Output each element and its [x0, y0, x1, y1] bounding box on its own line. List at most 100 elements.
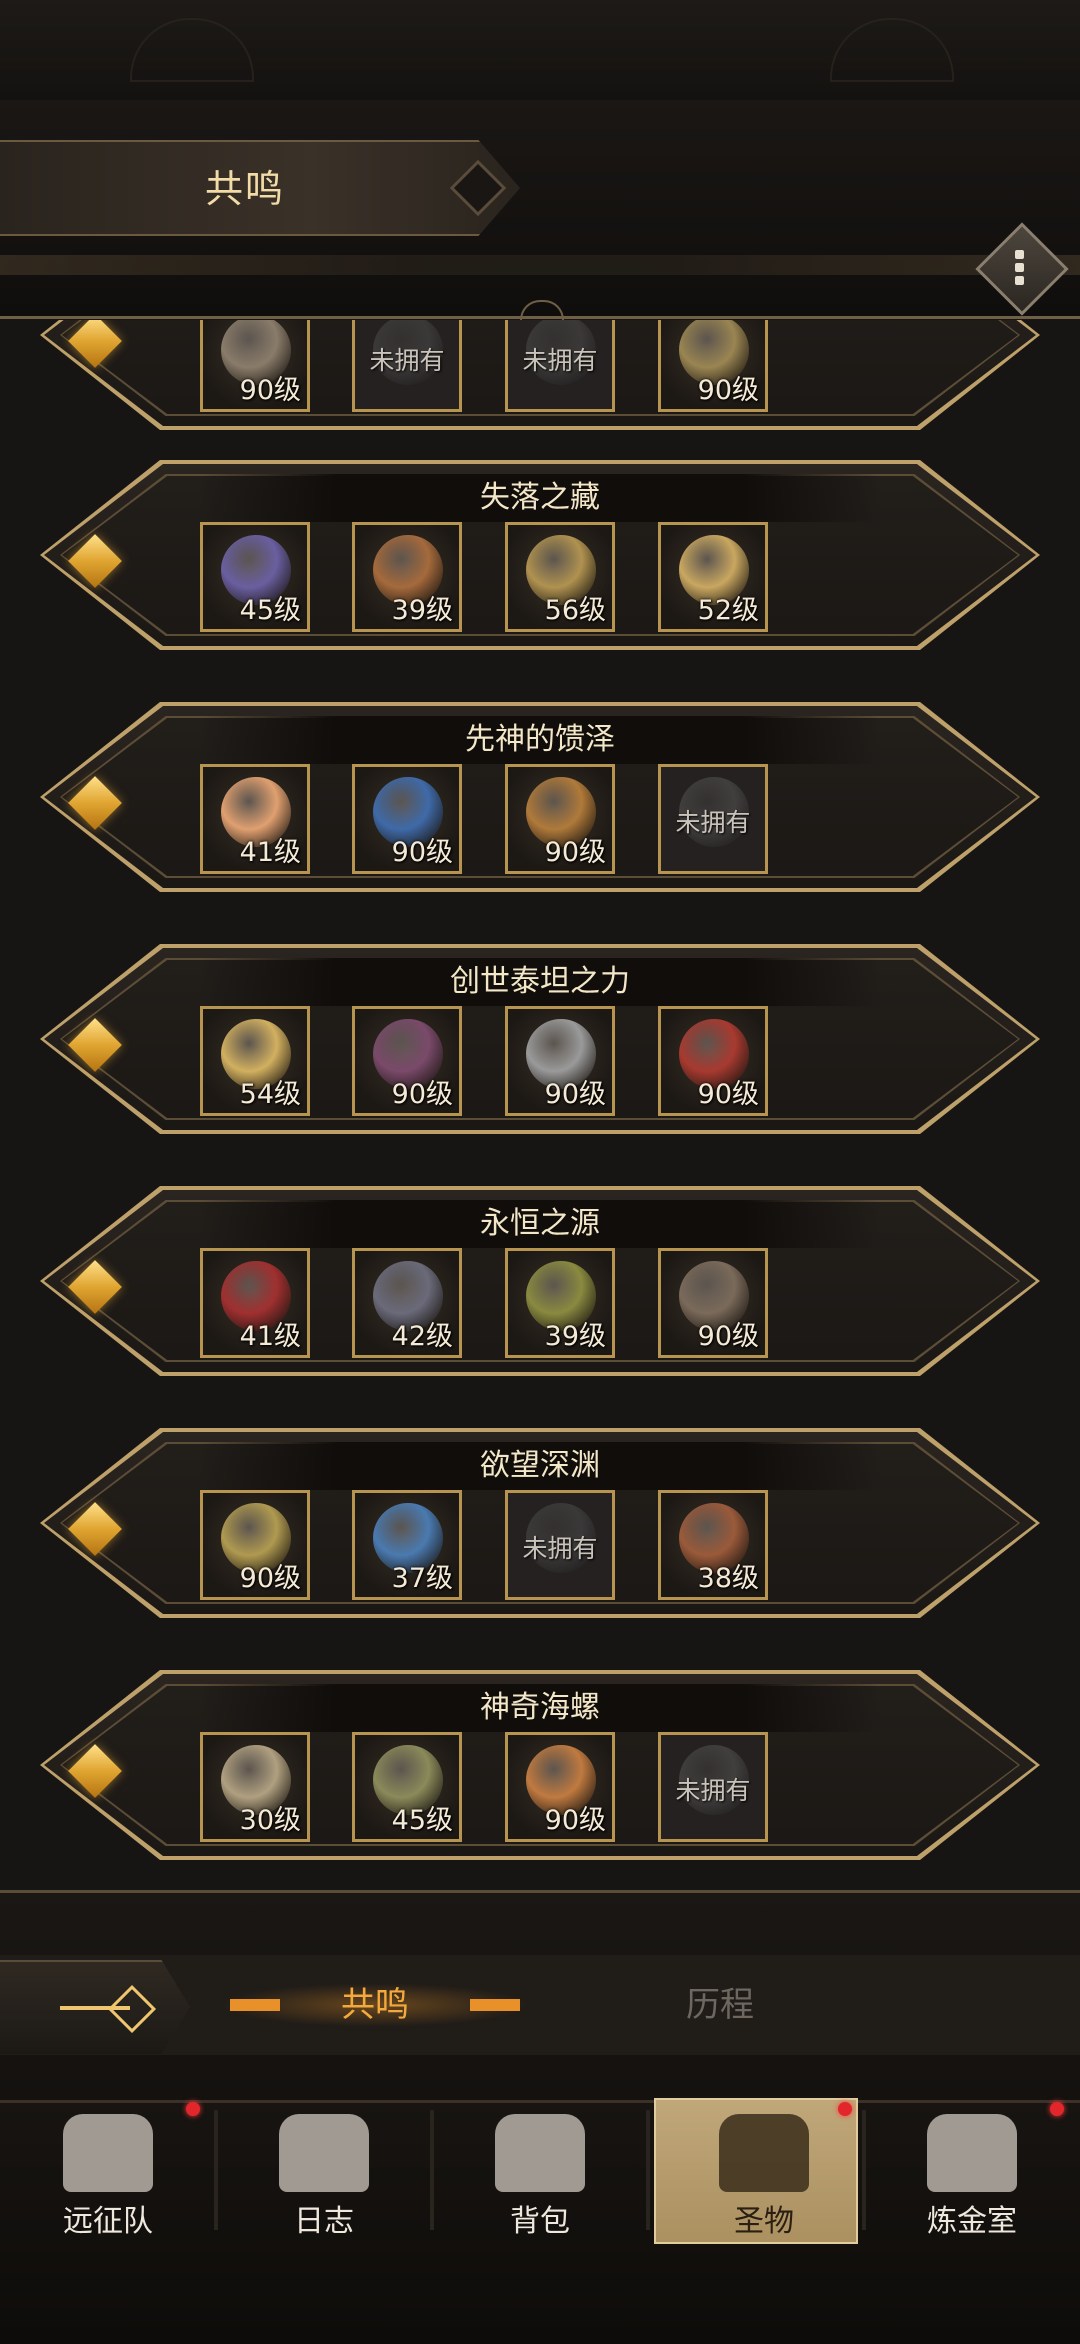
relic-level: 90级 — [391, 837, 453, 868]
backpack-icon — [495, 2114, 585, 2192]
tab-resonance-label: 共鸣 — [341, 1985, 409, 2025]
relic-set-title: 欲望深渊 — [480, 1448, 600, 1483]
relic-slot[interactable]: 41级 — [200, 1248, 310, 1358]
not-owned-label: 未拥有 — [675, 808, 751, 837]
relic-level: 90级 — [391, 1079, 453, 1110]
relic-level: 39级 — [544, 1321, 606, 1352]
relic-slot[interactable]: 90级 — [658, 1248, 768, 1358]
menu-button[interactable] — [975, 222, 1069, 316]
relic-slot[interactable]: 90级 — [658, 1006, 768, 1116]
relic-set-title: 失落之藏 — [480, 480, 600, 515]
relic-set-row[interactable]: 欲望深渊 90级 37级 未拥有 38级 — [0, 1428, 1080, 1618]
relic-slot[interactable]: 52级 — [658, 522, 768, 632]
relic-level: 90级 — [697, 1321, 759, 1352]
not-owned-label: 未拥有 — [675, 1776, 751, 1805]
relic-level: 38级 — [697, 1563, 759, 1594]
alchemy-symbol-icon — [927, 2114, 1017, 2192]
relic-level: 90级 — [544, 1079, 606, 1110]
nav-label: 背包 — [510, 2204, 570, 2239]
relic-level: 90级 — [697, 1079, 759, 1110]
diamond-icon — [107, 1984, 157, 2034]
relic-slot[interactable]: 未拥有 — [352, 320, 462, 412]
relic-slot[interactable]: 90级 — [352, 1006, 462, 1116]
relic-level: 90级 — [239, 1563, 301, 1594]
top-ornament-band — [0, 0, 1080, 102]
relic-slot[interactable]: 90级 — [352, 764, 462, 874]
tab-history[interactable]: 历程 — [620, 1975, 820, 2035]
relic-slot[interactable]: 未拥有 — [658, 764, 768, 874]
relic-slot[interactable]: 37级 — [352, 1490, 462, 1600]
relic-slot[interactable]: 45级 — [200, 522, 310, 632]
wing-left-icon — [230, 1999, 280, 2011]
ornament — [130, 18, 254, 82]
relic-slot[interactable]: 90级 — [200, 1490, 310, 1600]
relic-slot[interactable]: 90级 — [200, 320, 310, 412]
relic-set-title: 创世泰坦之力 — [450, 964, 630, 999]
viking-helmet-icon — [63, 2114, 153, 2192]
nav-label: 日志 — [294, 2204, 354, 2239]
nav-separator — [862, 2110, 866, 2230]
relic-level: 90级 — [544, 1805, 606, 1836]
relic-slot[interactable]: 未拥有 — [658, 1732, 768, 1842]
not-owned-label: 未拥有 — [522, 346, 598, 375]
notification-badge — [186, 2102, 200, 2116]
relic-slot[interactable]: 54级 — [200, 1006, 310, 1116]
wing-right-icon — [470, 1999, 520, 2011]
torch-relic-icon — [719, 2114, 809, 2192]
relic-slot[interactable]: 未拥有 — [505, 320, 615, 412]
relic-set-title: 神奇海螺 — [480, 1690, 600, 1725]
relic-slot[interactable]: 42级 — [352, 1248, 462, 1358]
notification-badge — [838, 2102, 852, 2116]
relic-level: 45级 — [239, 595, 301, 626]
relic-level: 41级 — [239, 1321, 301, 1352]
relic-level: 56级 — [544, 595, 606, 626]
relic-slot[interactable]: 90级 — [505, 1732, 615, 1842]
relic-slot[interactable]: 39级 — [505, 1248, 615, 1358]
relic-set-title: 永恒之源 — [480, 1206, 600, 1241]
relic-level: 30级 — [239, 1805, 301, 1836]
notification-badge — [1050, 2102, 1064, 2116]
relic-slot[interactable]: 39级 — [352, 522, 462, 632]
relic-set-row[interactable]: 创世泰坦之力 54级 90级 90级 90级 — [0, 944, 1080, 1134]
relic-slot[interactable]: 56级 — [505, 522, 615, 632]
relic-level: 90级 — [239, 375, 301, 406]
relic-slot[interactable]: 45级 — [352, 1732, 462, 1842]
relic-slot[interactable]: 90级 — [658, 320, 768, 412]
nav-label: 远征队 — [63, 2204, 153, 2239]
relic-level: 52级 — [697, 595, 759, 626]
nav-separator — [430, 2110, 434, 2230]
scroll-map-icon — [279, 2114, 369, 2192]
relic-set-row[interactable]: 90级 未拥有 未拥有 90级 — [0, 320, 1080, 430]
relic-set-row[interactable]: 先神的馈泽 41级 90级 90级 未拥有 — [0, 702, 1080, 892]
relic-level: 45级 — [391, 1805, 453, 1836]
back-button[interactable] — [0, 1960, 190, 2054]
relic-slot[interactable]: 未拥有 — [505, 1490, 615, 1600]
nav-separator — [214, 2110, 218, 2230]
nav-item-alchemy-symbol[interactable]: 炼金室 — [864, 2100, 1080, 2240]
relic-slot[interactable]: 41级 — [200, 764, 310, 874]
nav-item-viking-helmet[interactable]: 远征队 — [0, 2100, 216, 2240]
nav-label: 炼金室 — [927, 2204, 1017, 2239]
relic-level: 54级 — [239, 1079, 301, 1110]
relic-slot[interactable]: 30级 — [200, 1732, 310, 1842]
nav-item-backpack[interactable]: 背包 — [432, 2100, 648, 2240]
resonance-list[interactable]: 90级 未拥有 未拥有 90级 失落之藏 45级 39级 56级 52级 先神的馈泽 41级 90级 9… — [0, 320, 1080, 1890]
relic-set-row[interactable]: 失落之藏 45级 39级 56级 52级 — [0, 460, 1080, 650]
not-owned-label: 未拥有 — [369, 346, 445, 375]
relic-slot[interactable]: 38级 — [658, 1490, 768, 1600]
relic-set-row[interactable]: 神奇海螺 30级 45级 90级 未拥有 — [0, 1670, 1080, 1860]
nav-separator — [646, 2110, 650, 2230]
relic-level: 42级 — [391, 1321, 453, 1352]
tab-resonance[interactable]: 共鸣 — [220, 1975, 530, 2035]
relic-set-row[interactable]: 永恒之源 41级 42级 39级 90级 — [0, 1186, 1080, 1376]
relic-level: 39级 — [391, 595, 453, 626]
ornament — [830, 18, 954, 82]
nav-item-scroll-map[interactable]: 日志 — [216, 2100, 432, 2240]
nav-label: 圣物 — [734, 2204, 794, 2239]
nav-item-torch-relic[interactable]: 圣物 — [654, 2098, 858, 2244]
relic-slot[interactable]: 90级 — [505, 764, 615, 874]
relic-slot[interactable]: 90级 — [505, 1006, 615, 1116]
relic-set-title: 先神的馈泽 — [465, 722, 615, 757]
relic-level: 41级 — [239, 837, 301, 868]
relic-level: 90级 — [544, 837, 606, 868]
